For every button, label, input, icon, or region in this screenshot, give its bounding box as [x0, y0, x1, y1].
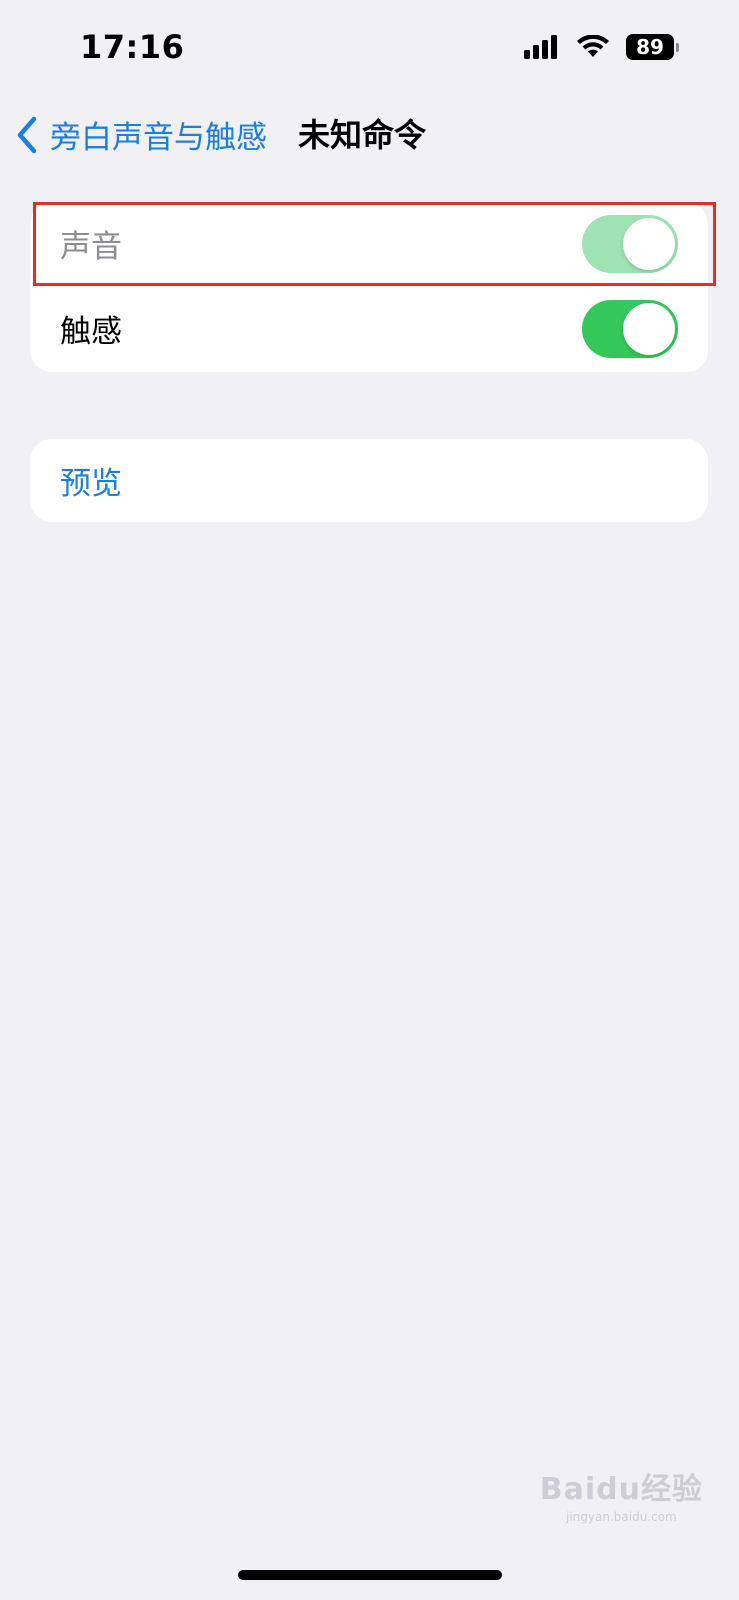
status-time: 17:16 [80, 28, 185, 66]
sound-row: 声音 [30, 202, 708, 285]
haptics-row: 触感 [30, 285, 708, 372]
haptics-label: 触感 [60, 314, 122, 350]
home-indicator[interactable] [238, 1570, 502, 1580]
sound-label: 声音 [60, 229, 122, 265]
page-title: 未知命令 [298, 116, 427, 154]
toggle-knob [623, 302, 675, 355]
cellular-signal-icon [524, 35, 557, 59]
battery-level: 89 [626, 34, 674, 60]
navigation-bar: 旁白声音与触感 未知命令 [0, 100, 739, 164]
preview-row[interactable]: 预览 [30, 439, 708, 522]
preview-button[interactable]: 预览 [60, 458, 122, 503]
status-bar: 17:16 89 [0, 0, 739, 100]
watermark-text: Baidu经验 [539, 1472, 703, 1507]
back-button[interactable]: 旁白声音与触感 [16, 112, 267, 157]
haptics-toggle[interactable] [582, 299, 678, 358]
watermark-subtext: jingyan.baidu.com [566, 1510, 677, 1524]
battery-cap [676, 42, 679, 52]
wifi-icon [577, 35, 609, 57]
watermark-logo: Baidu经验 jingyan.baidu.com [540, 1464, 703, 1524]
sound-toggle[interactable] [582, 214, 678, 273]
toggle-knob [623, 217, 675, 270]
settings-group-preview: 预览 [30, 439, 708, 522]
status-icons: 89 [524, 34, 679, 60]
back-button-label: 旁白声音与触感 [50, 120, 267, 156]
settings-group-feedback: 声音 触感 [30, 202, 708, 372]
battery-indicator: 89 [626, 34, 679, 60]
chevron-left-icon [17, 116, 37, 153]
